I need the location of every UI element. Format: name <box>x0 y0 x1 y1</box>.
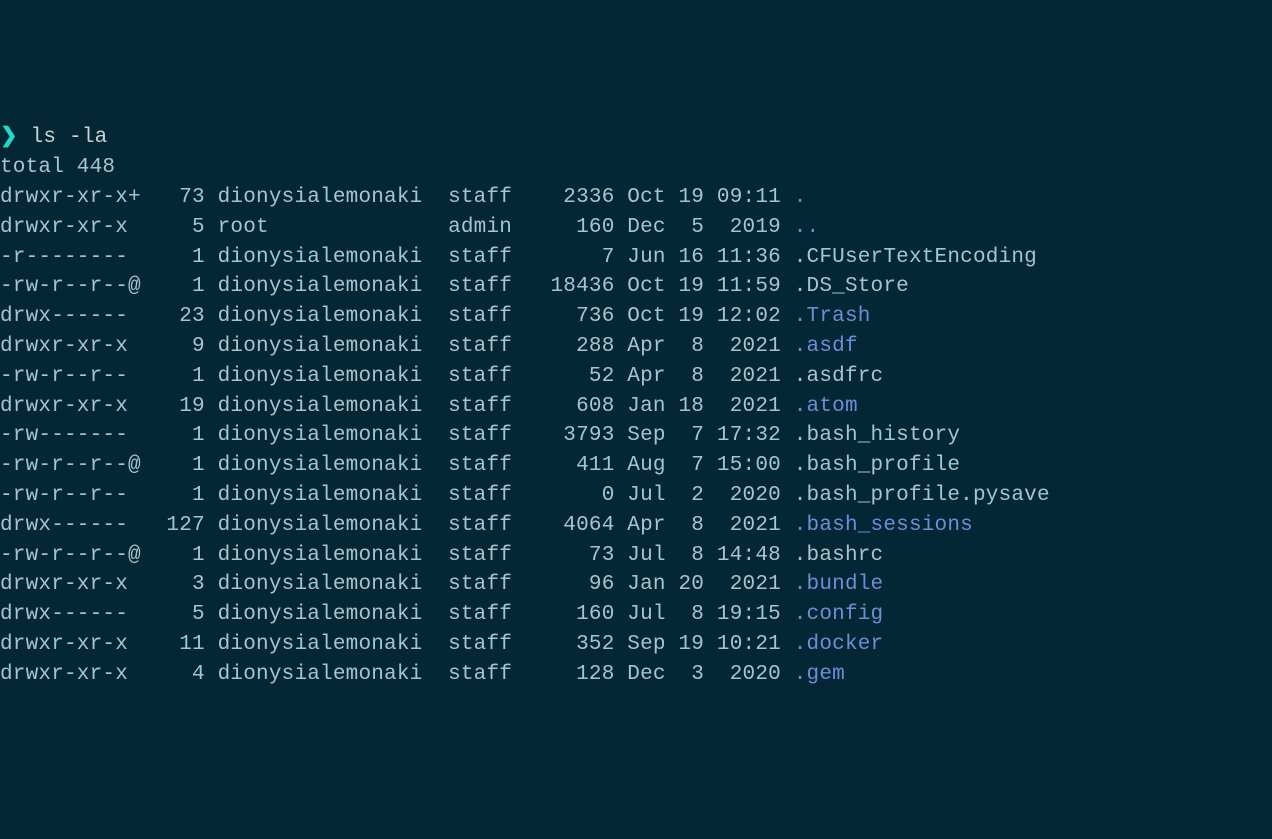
file-entry: .bundle <box>794 573 884 596</box>
terminal-output[interactable]: ❯ ls -la total 448 drwxr-xr-x+ 73 dionys… <box>0 123 1272 689</box>
file-entry: .gem <box>794 663 845 686</box>
file-entry: .bash_profile.pysave <box>794 484 1050 507</box>
file-entry: .asdfrc <box>794 365 884 388</box>
total-line: total 448 <box>0 156 115 179</box>
prompt-symbol: ❯ <box>0 126 18 149</box>
file-entry: .asdf <box>794 335 858 358</box>
file-entry: .docker <box>794 633 884 656</box>
file-entry: .bash_sessions <box>794 514 973 537</box>
listing-rows: drwxr-xr-x+ 73 dionysialemonaki staff 23… <box>0 186 1050 686</box>
file-entry: .. <box>794 216 820 239</box>
file-entry: .bash_profile <box>794 454 960 477</box>
file-entry: .Trash <box>794 305 871 328</box>
file-entry: .config <box>794 603 884 626</box>
file-entry: .CFUserTextEncoding <box>794 246 1037 269</box>
file-entry: .DS_Store <box>794 275 909 298</box>
file-entry: . <box>794 186 807 209</box>
file-entry: .atom <box>794 395 858 418</box>
command-text: ls -la <box>31 126 108 149</box>
file-entry: .bashrc <box>794 544 884 567</box>
file-entry: .bash_history <box>794 424 960 447</box>
